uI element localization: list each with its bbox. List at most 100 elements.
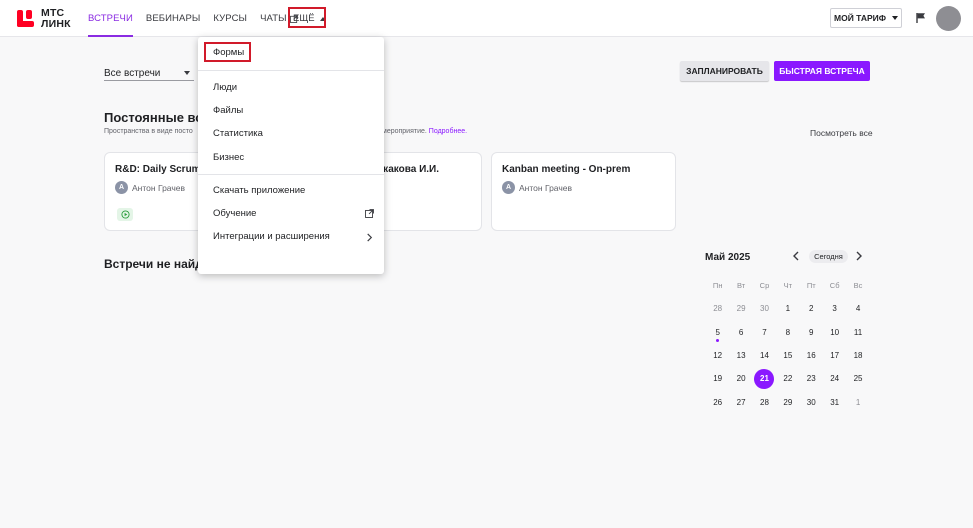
- calendar-day[interactable]: 2: [800, 297, 823, 320]
- calendar-day[interactable]: 17: [823, 344, 846, 367]
- calendar-day[interactable]: 15: [776, 344, 799, 367]
- calendar-day[interactable]: 21: [753, 367, 776, 390]
- calendar-day[interactable]: 10: [823, 321, 846, 344]
- calendar-day-number: 4: [855, 304, 861, 314]
- more-dropdown-menu: Формы Люди Файлы Статистика Бизнес Скача…: [198, 37, 384, 274]
- nav-meetings[interactable]: Встречи: [88, 0, 133, 37]
- logo-line1: МТС: [41, 7, 65, 19]
- calendar-day[interactable]: 26: [706, 391, 729, 414]
- permanent-desc-end-text: мероприятие.: [382, 128, 427, 135]
- calendar-day[interactable]: 18: [846, 344, 869, 367]
- calendar-day-number: 30: [806, 397, 816, 407]
- calendar-day[interactable]: 8: [776, 321, 799, 344]
- calendar-day[interactable]: 5: [706, 321, 729, 344]
- calendar-weekday: Ср: [759, 281, 770, 291]
- calendar-day[interactable]: 30: [800, 391, 823, 414]
- calendar-day[interactable]: 31: [823, 391, 846, 414]
- flag-icon[interactable]: [915, 12, 927, 24]
- menu-item-people[interactable]: Люди: [213, 82, 237, 93]
- calendar-day[interactable]: 30: [753, 297, 776, 320]
- calendar-day[interactable]: 14: [753, 344, 776, 367]
- permanent-meetings-desc: Пространства в виде посто: [104, 128, 193, 135]
- calendar-day[interactable]: 29: [729, 297, 752, 320]
- calendar-day-number: 26: [713, 397, 723, 407]
- calendar-day-number: 23: [806, 374, 816, 384]
- calendar-day-number: 11: [853, 327, 863, 337]
- calendar-today-button[interactable]: Сегодня: [809, 250, 848, 263]
- menu-item-download-app[interactable]: Скачать приложение: [213, 185, 305, 196]
- calendar-day-number: 7: [762, 327, 767, 337]
- chevron-right-icon: [367, 233, 373, 242]
- menu-item-business[interactable]: Бизнес: [213, 152, 244, 163]
- menu-item-files[interactable]: Файлы: [213, 105, 243, 116]
- meeting-card[interactable]: Kanban meeting - On-prem А Антон Грачев: [491, 152, 676, 231]
- nav-courses[interactable]: Курсы: [213, 0, 247, 37]
- calendar-day-number: 2: [809, 304, 814, 314]
- tariff-label: МОЙ ТАРИФ: [834, 13, 886, 23]
- mts-logo-icon: [17, 10, 35, 27]
- calendar-day[interactable]: 22: [776, 367, 799, 390]
- see-all-link[interactable]: Посмотреть все: [810, 128, 873, 138]
- calendar-day-number: 17: [830, 351, 840, 361]
- calendar-day[interactable]: 4: [846, 297, 869, 320]
- calendar-day[interactable]: 27: [729, 391, 752, 414]
- logo-line2: ЛИНК: [41, 17, 71, 30]
- meeting-card-title: Kanban meeting - On-prem: [502, 164, 631, 175]
- calendar-day[interactable]: 1: [846, 391, 869, 414]
- calendar-day[interactable]: 20: [729, 367, 752, 390]
- calendar-day[interactable]: 16: [800, 344, 823, 367]
- user-avatar[interactable]: [936, 6, 961, 31]
- nav-courses-label: Курсы: [213, 13, 248, 24]
- chevron-right-icon[interactable]: [855, 251, 863, 264]
- calendar-row: 26 27 28 29 30 31 1: [706, 390, 870, 413]
- menu-item-integrations[interactable]: Интеграции и расширения: [213, 231, 330, 242]
- calendar-day-number: 31: [830, 397, 840, 407]
- play-icon[interactable]: [117, 208, 133, 221]
- logo[interactable]: МТС ЛИНК: [17, 8, 71, 29]
- quick-meeting-button[interactable]: БЫСТРАЯ ВСТРЕЧА: [774, 61, 870, 81]
- calendar-day[interactable]: 29: [776, 391, 799, 414]
- schedule-button[interactable]: ЗАПЛАНИРОВАТЬ: [680, 61, 769, 81]
- calendar-day-number: 13: [736, 351, 746, 361]
- menu-divider: [198, 174, 384, 175]
- calendar-day[interactable]: 11: [846, 321, 869, 344]
- calendar-day[interactable]: 13: [729, 344, 752, 367]
- more-info-link[interactable]: Подробнее.: [429, 128, 467, 135]
- calendar-day[interactable]: 25: [846, 367, 869, 390]
- calendar-day-number: 18: [853, 351, 863, 361]
- tariff-dropdown[interactable]: МОЙ ТАРИФ: [830, 8, 902, 28]
- meetings-filter-select[interactable]: Все встречи: [104, 66, 194, 81]
- avatar: А: [115, 181, 128, 194]
- meeting-card-owner: А Антон Грачев: [115, 181, 185, 194]
- calendar-day-number: 19: [713, 374, 723, 384]
- menu-item-statistics[interactable]: Статистика: [213, 128, 263, 139]
- chevron-left-icon[interactable]: [792, 251, 800, 264]
- calendar-weekday: Пн: [712, 281, 723, 291]
- calendar-weekday: Сб: [829, 281, 840, 291]
- calendar-day-number: 21: [760, 374, 769, 384]
- calendar-day[interactable]: 7: [753, 321, 776, 344]
- event-dot: [716, 338, 719, 342]
- quick-meeting-button-label: БЫСТРАЯ ВСТРЕЧА: [779, 66, 865, 76]
- calendar-day[interactable]: 3: [823, 297, 846, 320]
- calendar-day[interactable]: 12: [706, 344, 729, 367]
- menu-item-learning[interactable]: Обучение: [213, 208, 256, 219]
- calendar-day-number: 9: [809, 327, 814, 337]
- calendar-day[interactable]: 24: [823, 367, 846, 390]
- calendar-day[interactable]: 1: [776, 297, 799, 320]
- calendar-day-number: 6: [738, 327, 744, 337]
- caret-down-icon: [184, 71, 190, 75]
- calendar-day[interactable]: 6: [729, 321, 752, 344]
- calendar-day-number: 8: [785, 327, 791, 337]
- calendar-day-number: 5: [715, 327, 720, 337]
- calendar-row: 5 6 7 8 9 10 11: [706, 321, 870, 344]
- calendar-day[interactable]: 23: [800, 367, 823, 390]
- calendar-day[interactable]: 9: [800, 321, 823, 344]
- calendar-day[interactable]: 19: [706, 367, 729, 390]
- nav-meetings-label: Встречи: [88, 13, 133, 24]
- nav-webinars[interactable]: Вебинары: [146, 0, 200, 37]
- meetings-filter-value: Все встречи: [104, 67, 161, 79]
- calendar-day[interactable]: 28: [753, 391, 776, 414]
- calendar-day-number: 1: [855, 397, 861, 407]
- calendar-day[interactable]: 28: [706, 297, 729, 320]
